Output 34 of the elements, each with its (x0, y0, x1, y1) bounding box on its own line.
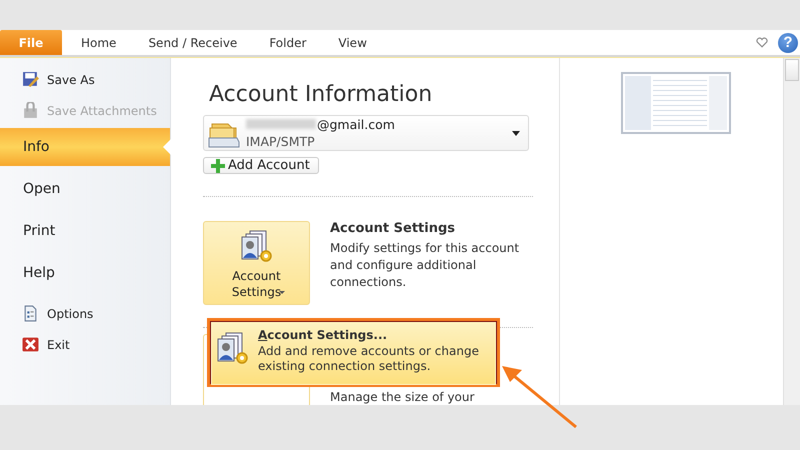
redacted-text (246, 119, 316, 129)
ribbon-tab[interactable]: View (325, 30, 380, 55)
scrollbar[interactable] (783, 58, 800, 405)
heart-icon[interactable] (756, 37, 768, 48)
scroll-up-button[interactable] (785, 59, 799, 81)
account-settings-icon (240, 230, 274, 264)
save-icon (22, 71, 39, 88)
account-settings-icon (216, 332, 250, 366)
account-settings-menu-item[interactable]: Account Settings... Add and remove accounts or change existing connection settings. (211, 322, 496, 385)
sidebar-item[interactable]: Options (0, 298, 170, 329)
sidebar-item[interactable]: Open (0, 168, 170, 210)
document-icon (22, 305, 39, 322)
account-settings-button[interactable]: Account Settings (203, 221, 310, 305)
account-type: IMAP/SMTP (246, 133, 316, 150)
sidebar-item[interactable]: Save As (0, 64, 170, 95)
section-description: Modify settings for this account and configure additional connections. (330, 240, 520, 291)
menu-item-title: Account Settings... (258, 328, 388, 343)
page-title: Account Information (209, 82, 432, 107)
ribbon-tab[interactable]: Send / Receive (135, 30, 250, 55)
ribbon-tab[interactable]: Home (68, 30, 130, 55)
sidebar-item[interactable]: Info (0, 128, 170, 166)
plus-icon (211, 158, 225, 172)
sidebar-item[interactable]: Exit (0, 329, 170, 360)
ribbon-tab[interactable]: Folder (256, 30, 320, 55)
caret-icon (512, 130, 520, 136)
section-heading: Account Settings (330, 221, 456, 236)
sidebar-item[interactable]: Print (0, 210, 170, 252)
menu-item-description: Add and remove accounts or change existing connection settings. (258, 344, 480, 374)
section-description: Manage the size of your (330, 390, 476, 404)
close-icon (22, 336, 39, 353)
add-account-button[interactable]: Add Account (203, 157, 319, 174)
account-dropdown[interactable]: @gmail.com IMAP/SMTP (203, 115, 529, 151)
email-address: @gmail.com (317, 117, 395, 132)
sidebar-item[interactable]: Help (0, 252, 170, 294)
